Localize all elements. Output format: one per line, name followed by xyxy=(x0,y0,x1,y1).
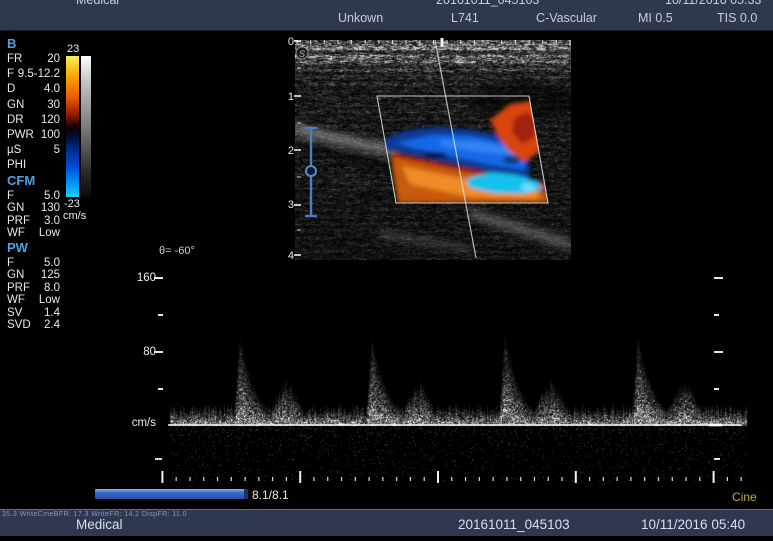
param-row: F5.0 xyxy=(7,190,60,202)
bottom-bar: 35.3 WriteCineBFR: 17.3 WriteFR: 14.2 Di… xyxy=(0,509,773,536)
param-row: FR20 xyxy=(7,53,60,68)
spectrum-scale-80: 80 xyxy=(128,346,156,358)
param-row: PRF8.0 xyxy=(7,282,60,294)
param-row: PWR100 xyxy=(7,129,60,144)
param-row: PRF3.0 xyxy=(7,215,60,227)
ultrasound-screen: Medical 20161011_045103 10/11/2016 05:33… xyxy=(0,0,773,541)
param-row: SV1.4 xyxy=(7,307,60,319)
grayscale-bar xyxy=(81,56,91,197)
param-row: SVD2.4 xyxy=(7,319,60,331)
cine-mode-label: Cine xyxy=(732,490,757,504)
depth-mark-4: 4 xyxy=(282,250,294,262)
param-row: D4.0 xyxy=(7,83,60,98)
param-row: WFLow xyxy=(7,294,60,306)
exam-id: 20161011_045103 xyxy=(436,0,539,7)
spectral-doppler-trace xyxy=(165,270,750,485)
probe-model: L741 xyxy=(451,11,479,25)
pw-params: PW F5.0 GN125 PRF8.0 WFLow SV1.4 SVD2.4 xyxy=(7,241,60,331)
mi-value: MI 0.5 xyxy=(638,11,673,25)
top-bar: Medical 20161011_045103 10/11/2016 05:33… xyxy=(0,0,773,31)
depth-mark-2: 2 xyxy=(282,145,294,157)
spectrum-scale-unit: cm/s xyxy=(122,417,156,429)
depth-mark-3: 3 xyxy=(282,199,294,211)
facility-name: Medical xyxy=(76,0,119,7)
patient-name: Unkown xyxy=(338,11,383,25)
color-doppler-scale-bar xyxy=(66,56,79,197)
cfm-header: CFM xyxy=(7,174,60,190)
b-mode-params: B FR20 F9.5-12.2 D4.0 GN30 DR120 PWR100 … xyxy=(7,37,60,175)
param-row: WFLow xyxy=(7,227,60,239)
cine-frame-counter: 8.1/8.1 xyxy=(252,488,289,502)
param-row: F5.0 xyxy=(7,257,60,269)
param-row: µS5 xyxy=(7,144,60,159)
depth-mark-1: 1 xyxy=(282,91,294,103)
cine-progress-handle[interactable] xyxy=(244,489,248,499)
cine-progress-bar[interactable] xyxy=(95,489,248,499)
param-row: GN30 xyxy=(7,99,60,114)
bmode-image xyxy=(295,40,571,260)
velocity-scale-max: 23 xyxy=(67,43,79,55)
velocity-scale-unit: cm/s xyxy=(63,210,86,222)
b-mode-header: B xyxy=(7,37,60,53)
param-row: GN125 xyxy=(7,269,60,281)
footer-facility: Medical xyxy=(76,517,123,532)
tis-value: TIS 0.0 xyxy=(717,11,757,25)
param-row: DR120 xyxy=(7,114,60,129)
exam-preset: C-Vascular xyxy=(536,11,597,25)
velocity-scale-min: -23 xyxy=(64,198,80,210)
spectrum-scale-160: 160 xyxy=(128,272,156,284)
param-row: F9.5-12.2 xyxy=(7,68,60,83)
cfm-params: CFM F5.0 GN130 PRF3.0 WFLow xyxy=(7,174,60,240)
datetime: 10/11/2016 05:33 xyxy=(665,0,761,7)
footer-datetime: 10/11/2016 05:40 xyxy=(641,517,745,532)
param-row: GN130 xyxy=(7,202,60,214)
pw-header: PW xyxy=(7,241,60,257)
doppler-angle-label: θ= -60° xyxy=(159,245,195,257)
footer-exam-id: 20161011_045103 xyxy=(458,517,570,532)
depth-mark-0: 0 xyxy=(282,36,294,48)
